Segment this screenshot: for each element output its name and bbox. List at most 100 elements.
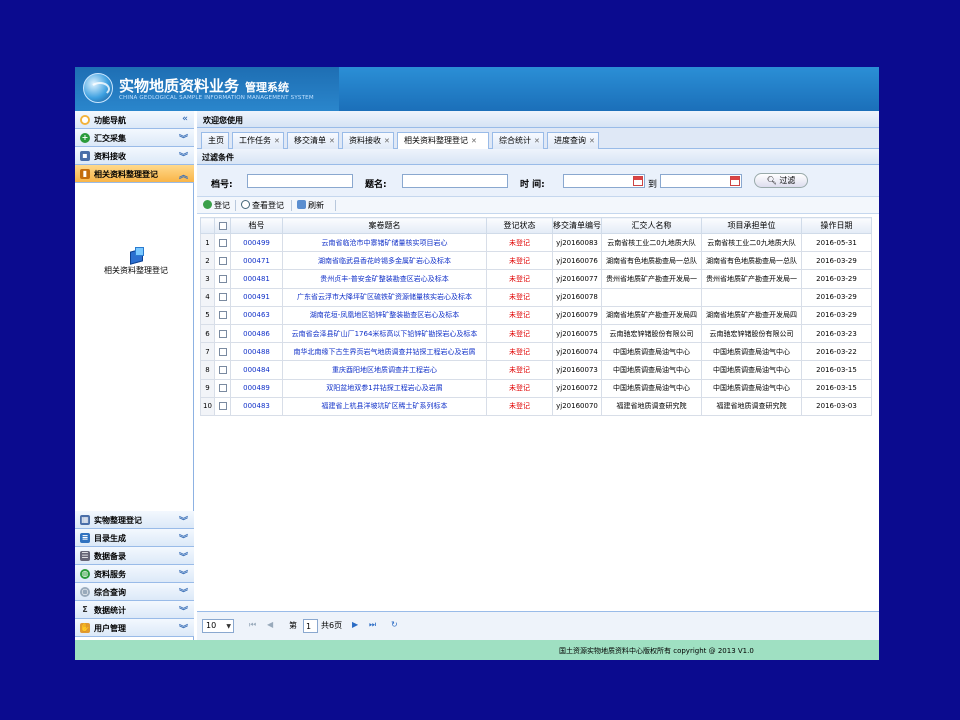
sidebar-item-service[interactable]: ◍ 资料服务 ︾ <box>75 565 194 583</box>
archive-number[interactable]: 000471 <box>230 251 283 271</box>
header-submitter[interactable]: 汇交人名称 <box>601 217 702 234</box>
table-row[interactable]: 8 000484 重庆酉阳地区地质调查井工程岩心 未登记 yj20160073 中国地质调… <box>200 360 872 380</box>
archive-number[interactable]: 000486 <box>230 323 283 344</box>
record-title[interactable]: 重庆酉阳地区地质调查井工程岩心 <box>282 360 487 380</box>
archive-number-input[interactable] <box>247 174 353 188</box>
collapse-sidebar-icon[interactable]: « <box>182 114 188 124</box>
sidebar-item-data-entry[interactable]: ☰ 数据备录 ︾ <box>75 547 194 565</box>
row-checkbox[interactable] <box>218 274 227 283</box>
page-size-select[interactable]: 10 <box>202 619 234 633</box>
row-checkbox-cell[interactable] <box>214 232 231 253</box>
header-select-all[interactable] <box>214 217 231 234</box>
archive-number[interactable]: 000488 <box>230 342 283 362</box>
tab-work-tasks[interactable]: 工作任务 ✕ <box>232 132 284 149</box>
sidebar-item-query[interactable]: ○ 综合查询 ︾ <box>75 583 194 601</box>
record-title[interactable]: 贵州贞丰-普安金矿整装勘查区岩心及标本 <box>282 269 487 289</box>
row-checkbox-cell[interactable] <box>214 396 231 416</box>
row-checkbox-cell[interactable] <box>214 378 231 398</box>
close-icon[interactable]: ✕ <box>589 137 595 145</box>
calendar-icon[interactable] <box>730 176 740 186</box>
row-checkbox[interactable] <box>218 347 227 356</box>
record-title[interactable]: 云南省会泽县矿山厂1764米标高以下铅锌矿勘探岩心及标本 <box>282 323 487 344</box>
table-row[interactable]: 4 000491 广东省云浮市大降坪矿区硫铁矿资源储量核实岩心及标本 未登记 yj201… <box>200 287 872 307</box>
table-row[interactable]: 9 000489 双阳盆地双参1井钻探工程岩心及岩屑 未登记 yj20160072 中国地… <box>200 378 872 398</box>
row-checkbox[interactable] <box>218 256 227 265</box>
register-button[interactable]: 登记 <box>203 200 230 211</box>
archive-number[interactable]: 000481 <box>230 269 283 289</box>
sidebar-item-receive[interactable]: ▪ 资料接收 ︾ <box>75 147 194 165</box>
tab-related-register[interactable]: 相关资料整理登记 ✕ <box>397 132 489 150</box>
archive-number[interactable]: 000463 <box>230 305 283 325</box>
close-icon[interactable]: ✕ <box>329 137 335 145</box>
tab-home[interactable]: 主页 <box>201 132 229 149</box>
table-row[interactable]: 1 000499 云南省临沧市中寨锗矿储量核实项目岩心 未登记 yj20160083 云南… <box>200 232 872 253</box>
tab-statistics[interactable]: 综合统计 ✕ <box>492 132 544 149</box>
row-checkbox[interactable] <box>218 402 227 411</box>
row-checkbox[interactable] <box>218 238 227 247</box>
row-checkbox-cell[interactable] <box>214 287 231 307</box>
row-checkbox-cell[interactable] <box>214 305 231 325</box>
record-title[interactable]: 福建省上杭县洋坡坑矿区稀土矿系列标本 <box>282 396 487 416</box>
record-title[interactable]: 广东省云浮市大降坪矿区硫铁矿资源储量核实岩心及标本 <box>282 287 487 307</box>
archive-number[interactable]: 000483 <box>230 396 283 416</box>
first-page-icon[interactable]: ⏮︎ <box>249 620 256 630</box>
table-row[interactable]: 7 000488 南华北南缘下古生界页岩气地质调查井钻探工程岩心及岩屑 未登记 yj20… <box>200 342 872 362</box>
prev-page-icon[interactable]: ◀ <box>267 620 273 629</box>
archive-number[interactable]: 000484 <box>230 360 283 380</box>
close-icon[interactable]: ✕ <box>274 137 280 145</box>
sidebar-item-related-register[interactable]: ▮ 相关资料整理登记 ︽ <box>75 165 194 183</box>
row-checkbox[interactable] <box>218 293 227 302</box>
filter-button[interactable]: 🔍︎ 过滤 <box>754 173 808 188</box>
record-title[interactable]: 云南省临沧市中寨锗矿储量核实项目岩心 <box>282 232 487 253</box>
row-checkbox[interactable] <box>218 365 227 374</box>
row-checkbox-cell[interactable] <box>214 360 231 380</box>
table-row[interactable]: 3 000481 贵州贞丰-普安金矿整装勘查区岩心及标本 未登记 yj20160077 贵… <box>200 269 872 289</box>
table-row[interactable]: 6 000486 云南省会泽县矿山厂1764米标高以下铅锌矿勘探岩心及标本 未登记 yj… <box>200 323 872 344</box>
sidebar-item-users[interactable]: ✋ 用户管理 ︾ <box>75 619 194 637</box>
select-all-checkbox[interactable] <box>218 221 227 230</box>
record-title[interactable]: 南华北南缘下古生界页岩气地质调查井钻探工程岩心及岩屑 <box>282 342 487 362</box>
row-checkbox-cell[interactable] <box>214 323 231 344</box>
nav-related-register-link[interactable]: 相关资料整理登记 <box>101 247 171 276</box>
refresh-button[interactable]: 刷新 <box>297 200 324 211</box>
header-list-number[interactable]: 移交清单编号 <box>552 217 602 234</box>
row-checkbox-cell[interactable] <box>214 269 231 289</box>
sidebar-item-collect[interactable]: + 汇交采集 ︾ <box>75 129 194 147</box>
tab-receive[interactable]: 资料接收 ✕ <box>342 132 394 149</box>
title-input[interactable] <box>402 174 508 188</box>
archive-number[interactable]: 000489 <box>230 378 283 398</box>
row-checkbox[interactable] <box>218 329 227 338</box>
next-page-icon[interactable]: ▶ <box>352 620 358 629</box>
page-number-input[interactable] <box>303 619 318 633</box>
last-page-icon[interactable]: ⏭︎ <box>369 620 376 630</box>
calendar-icon[interactable] <box>633 176 643 186</box>
table-row[interactable]: 2 000471 湖南省临武县香花岭锡多金属矿岩心及标本 未登记 yj20160076 湖… <box>200 251 872 271</box>
record-title[interactable]: 双阳盆地双参1井钻探工程岩心及岩屑 <box>282 378 487 398</box>
reload-icon[interactable]: ↻ <box>391 620 398 629</box>
close-icon[interactable]: ✕ <box>384 137 390 145</box>
row-checkbox[interactable] <box>218 384 227 393</box>
row-checkbox-cell[interactable] <box>214 251 231 271</box>
header-date[interactable]: 操作日期 <box>801 217 872 234</box>
header-unit[interactable]: 项目承担单位 <box>701 217 802 234</box>
close-icon[interactable]: ✕ <box>471 137 477 145</box>
header-status[interactable]: 登记状态 <box>486 217 553 234</box>
tab-progress[interactable]: 进度查询 ✕ <box>547 132 599 149</box>
close-icon[interactable]: ✕ <box>534 137 540 145</box>
table-row[interactable]: 10 000483 福建省上杭县洋坡坑矿区稀土矿系列标本 未登记 yj20160070 福… <box>200 396 872 416</box>
record-title[interactable]: 湖南花垣-凤凰地区铅锌矿整装勘查区岩心及标本 <box>282 305 487 325</box>
header-title[interactable]: 案卷题名 <box>282 217 487 234</box>
table-row[interactable]: 5 000463 湖南花垣-凤凰地区铅锌矿整装勘查区岩心及标本 未登记 yj201600… <box>200 305 872 325</box>
row-checkbox[interactable] <box>218 311 227 320</box>
sidebar-item-catalog[interactable]: ≡ 目录生成 ︾ <box>75 529 194 547</box>
archive-number[interactable]: 000499 <box>230 232 283 253</box>
sidebar-item-statistics[interactable]: Σ 数据统计 ︾ <box>75 601 194 619</box>
header-archive-number[interactable]: 档号 <box>230 217 283 234</box>
sidebar-item-sample-register[interactable]: ▦ 实物整理登记 ︾ <box>75 511 194 529</box>
record-title[interactable]: 湖南省临武县香花岭锡多金属矿岩心及标本 <box>282 251 487 271</box>
archive-number[interactable]: 000491 <box>230 287 283 307</box>
view-register-button[interactable]: 查看登记 <box>241 200 284 211</box>
row-checkbox-cell[interactable] <box>214 342 231 362</box>
submitter-name: 湖南省地质矿产勘查开发局四 <box>601 305 702 325</box>
tab-transfer-list[interactable]: 移交清单 ✕ <box>287 132 339 149</box>
